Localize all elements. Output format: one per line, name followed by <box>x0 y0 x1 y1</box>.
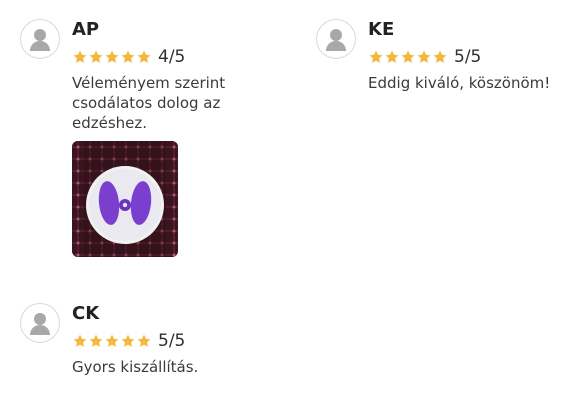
review-photo[interactable] <box>72 141 178 257</box>
review-card: KE 5/5 Eddig kiváló, köszönöm! <box>316 19 566 93</box>
rating-row: 5/5 <box>72 331 290 351</box>
review-text: Gyors kiszállítás. <box>72 358 199 376</box>
star-icon <box>369 50 383 63</box>
star-icon <box>89 50 103 63</box>
star-icon <box>105 50 119 63</box>
review-card: AP 4/5 Véleményem szerint csodálatos dol… <box>20 19 290 257</box>
rating-score: 4/5 <box>158 47 186 67</box>
review-text: Véleményem szerint csodálatos dolog az e… <box>72 74 226 132</box>
user-avatar-icon <box>20 19 60 59</box>
star-icon <box>105 334 119 347</box>
review-content: CK 5/5 Gyors kiszállítás. <box>72 303 290 377</box>
reviewer-name: AP <box>72 19 100 40</box>
star-icon <box>401 50 415 63</box>
star-icon <box>433 50 447 63</box>
rating-row: 4/5 <box>72 47 290 67</box>
star-icon <box>385 50 399 63</box>
review-content: AP 4/5 Véleményem szerint csodálatos dol… <box>72 19 290 257</box>
user-avatar-icon <box>20 303 60 343</box>
star-icon <box>137 50 151 63</box>
rating-score: 5/5 <box>158 331 186 351</box>
reviewer-name: KE <box>368 19 395 40</box>
rating-score: 5/5 <box>454 47 482 67</box>
star-icon <box>417 50 431 63</box>
star-rating <box>72 333 152 349</box>
star-icon <box>73 334 87 347</box>
star-icon <box>73 50 87 63</box>
star-icon <box>121 50 135 63</box>
review-card: CK 5/5 Gyors kiszállítás. <box>20 303 290 377</box>
star-icon <box>121 334 135 347</box>
reviewer-name: CK <box>72 303 100 324</box>
user-avatar-icon <box>316 19 356 59</box>
reviews-page: AP 4/5 Véleményem szerint csodálatos dol… <box>0 0 574 400</box>
star-rating <box>368 49 448 65</box>
star-icon <box>89 334 103 347</box>
star-rating <box>72 49 152 65</box>
rating-row: 5/5 <box>368 47 566 67</box>
star-icon <box>137 334 151 347</box>
review-content: KE 5/5 Eddig kiváló, köszönöm! <box>368 19 566 93</box>
review-text: Eddig kiváló, köszönöm! <box>368 74 551 92</box>
